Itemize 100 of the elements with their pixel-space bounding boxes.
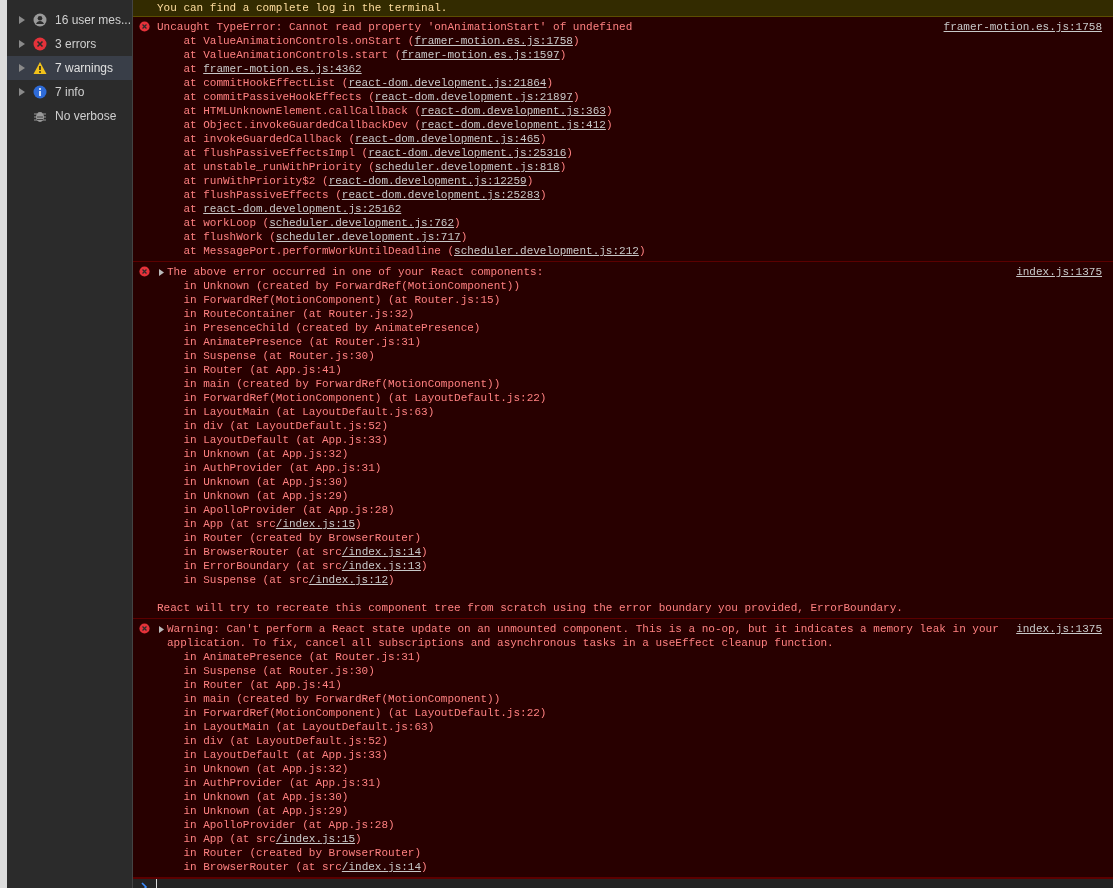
sidebar-item[interactable]: 16 user mes... bbox=[7, 8, 132, 32]
source-link[interactable]: scheduler.development.js:818 bbox=[374, 161, 560, 173]
error-icon bbox=[139, 623, 150, 634]
console-banner: You can find a complete log in the terminal. bbox=[133, 0, 1113, 17]
stack-frame: in Router (at App.js:41) bbox=[183, 679, 342, 691]
error-icon bbox=[139, 266, 150, 277]
bug-icon bbox=[33, 109, 47, 123]
stack-frame: at Object.invokeGuardedCallbackDev (react-dom.development.js:412) bbox=[183, 119, 613, 131]
stack-frame: at commitHookEffectList (react-dom.development.js:21864) bbox=[183, 77, 554, 89]
message-text: The above error occurred in one of your React components: bbox=[167, 265, 545, 279]
stack-frame: in LayoutMain (at LayoutDefault.js:63) bbox=[183, 721, 435, 733]
stack-frame: in AnimatePresence (at Router.js:31) bbox=[183, 336, 422, 348]
stack-frame: in Router (created by BrowserRouter) bbox=[183, 847, 422, 859]
stack-frame: in AnimatePresence (at Router.js:31) bbox=[183, 651, 422, 663]
stack-frame: at workLoop (scheduler.development.js:762) bbox=[183, 217, 461, 229]
sidebar-item[interactable]: 7 info bbox=[7, 80, 132, 104]
stack-frame: in Unknown (at App.js:32) bbox=[183, 763, 349, 775]
sidebar-item[interactable]: 7 warnings bbox=[7, 56, 132, 80]
source-link[interactable]: /index.js:14 bbox=[341, 546, 422, 558]
stack-frame: at flushPassiveEffects (react-dom.development.js:25283) bbox=[183, 189, 547, 201]
stack-frame: in Unknown (at App.js:32) bbox=[183, 448, 349, 460]
source-link[interactable]: index.js:1375 bbox=[1016, 622, 1102, 650]
stack-frame: in Suspense (at Router.js:30) bbox=[183, 665, 375, 677]
stack-frame: in PresenceChild (created by AnimatePresence) bbox=[183, 322, 481, 334]
source-link[interactable]: react-dom.development.js:12259 bbox=[328, 175, 527, 187]
stack-frame: in AuthProvider (at App.js:31) bbox=[183, 777, 382, 789]
stack-frame: at HTMLUnknownElement.callCallback (react-dom.development.js:363) bbox=[183, 105, 613, 117]
error-icon bbox=[139, 21, 150, 32]
source-link[interactable]: /index.js:15 bbox=[275, 833, 356, 845]
stack-frame: at flushPassiveEffectsImpl (react-dom.development.js:25316) bbox=[183, 147, 573, 159]
message-footer: React will try to recreate this component tree from scratch using the error boundary you provided, ErrorBoundary. bbox=[157, 601, 1102, 615]
sidebar-item[interactable]: No verbose bbox=[7, 104, 132, 128]
stack-frame: in ForwardRef(MotionComponent) (at LayoutDefault.js:22) bbox=[183, 392, 547, 404]
stack-frame: at invokeGuardedCallback (react-dom.development.js:465) bbox=[183, 133, 547, 145]
stack-frame: in main (created by ForwardRef(MotionComponent)) bbox=[183, 693, 501, 705]
source-link[interactable]: framer-motion.es.js:1597 bbox=[401, 49, 560, 61]
stack-frame: in Unknown (at App.js:29) bbox=[183, 805, 349, 817]
sidebar-item[interactable]: 3 errors bbox=[7, 32, 132, 56]
stack-frame: in Suspense (at Router.js:30) bbox=[183, 350, 375, 362]
source-link[interactable]: /index.js:15 bbox=[275, 518, 356, 530]
sidebar-label: 7 info bbox=[55, 84, 85, 101]
stack-frame: in Router (at App.js:41) bbox=[183, 364, 342, 376]
sidebar-label: No verbose bbox=[55, 108, 117, 125]
message-text: Uncaught TypeError: Cannot read property 'onAnimationStart' of undefined bbox=[157, 20, 634, 34]
source-link[interactable]: react-dom.development.js:363 bbox=[421, 105, 606, 117]
stack-frame: in BrowserRouter (at src/index.js:14) bbox=[183, 546, 428, 558]
sidebar-label: 16 user mes... bbox=[55, 12, 132, 29]
message-text: Warning: Can't perform a React state update on an unmounted component. This is a no-op, but it indicates a memory leak in your application. To fix, cancel all subscriptions and asynchronous tasks in a useEffect cleanup function. bbox=[167, 622, 1000, 650]
stack-frame: at unstable_runWithPriority (scheduler.development.js:818) bbox=[183, 161, 567, 173]
stack-frame: in App (at src/index.js:15) bbox=[183, 833, 362, 845]
stack-frame: in App (at src/index.js:15) bbox=[183, 518, 362, 530]
stack-frame: in Router (created by BrowserRouter) bbox=[183, 532, 422, 544]
expand-arrow-icon[interactable] bbox=[159, 626, 164, 633]
user-icon bbox=[33, 13, 47, 27]
stack-frame: at ValueAnimationControls.onStart (framer-motion.es.js:1758) bbox=[183, 35, 580, 47]
source-link[interactable]: scheduler.development.js:717 bbox=[275, 231, 461, 243]
stack-frame: in ForwardRef(MotionComponent) (at Router.js:15) bbox=[183, 294, 501, 306]
source-link[interactable]: react-dom.development.js:25162 bbox=[203, 203, 402, 215]
stack-frame: at framer-motion.es.js:4362 bbox=[183, 63, 362, 75]
source-link[interactable]: react-dom.development.js:25283 bbox=[341, 189, 540, 201]
stack-frame: at ValueAnimationControls.start (framer-motion.es.js:1597) bbox=[183, 49, 567, 61]
stack-frame: in ErrorBoundary (at src/index.js:13) bbox=[183, 560, 428, 572]
source-link[interactable]: index.js:1375 bbox=[1016, 265, 1102, 279]
source-link[interactable]: scheduler.development.js:762 bbox=[269, 217, 455, 229]
source-link[interactable]: react-dom.development.js:21897 bbox=[374, 91, 573, 103]
source-link[interactable]: framer-motion.es.js:4362 bbox=[203, 63, 362, 75]
source-link[interactable]: framer-motion.es.js:1758 bbox=[943, 20, 1102, 34]
stack-frame: in div (at LayoutDefault.js:52) bbox=[183, 735, 389, 747]
stack-frame: in div (at LayoutDefault.js:52) bbox=[183, 420, 389, 432]
error-icon bbox=[33, 37, 47, 51]
stack-frame: in ForwardRef(MotionComponent) (at LayoutDefault.js:22) bbox=[183, 707, 547, 719]
stack-frame: in LayoutDefault (at App.js:33) bbox=[183, 434, 389, 446]
stack-frame: in BrowserRouter (at src/index.js:14) bbox=[183, 861, 428, 873]
source-link[interactable]: scheduler.development.js:212 bbox=[454, 245, 639, 257]
source-link[interactable]: react-dom.development.js:21864 bbox=[348, 77, 547, 89]
stack-frame: at runWithPriority$2 (react-dom.development.js:12259) bbox=[183, 175, 534, 187]
source-link[interactable]: /index.js:13 bbox=[341, 560, 422, 572]
stack-frame: in Suspense (at src/index.js:12) bbox=[183, 574, 395, 586]
stack-frame: at commitPassiveHookEffects (react-dom.development.js:21897) bbox=[183, 91, 580, 103]
stack-frame: in Unknown (at App.js:30) bbox=[183, 476, 349, 488]
stack-frame: in ApolloProvider (at App.js:28) bbox=[183, 504, 395, 516]
source-link[interactable]: /index.js:14 bbox=[341, 861, 422, 873]
sidebar-label: 3 errors bbox=[55, 36, 97, 53]
source-link[interactable]: react-dom.development.js:412 bbox=[421, 119, 606, 131]
stack-frame: at flushWork (scheduler.development.js:717) bbox=[183, 231, 468, 243]
source-link[interactable]: react-dom.development.js:25316 bbox=[368, 147, 567, 159]
stack-frame: in LayoutDefault (at App.js:33) bbox=[183, 749, 389, 761]
warning-icon bbox=[33, 61, 47, 75]
source-link[interactable]: /index.js:12 bbox=[308, 574, 389, 586]
stack-frame: in Unknown (at App.js:29) bbox=[183, 490, 349, 502]
stack-frame: in ApolloProvider (at App.js:28) bbox=[183, 819, 395, 831]
stack-frame: in main (created by ForwardRef(MotionComponent)) bbox=[183, 378, 501, 390]
source-link[interactable]: framer-motion.es.js:1758 bbox=[414, 35, 573, 47]
expand-arrow-icon[interactable] bbox=[159, 269, 164, 276]
stack-frame: at react-dom.development.js:25162 bbox=[183, 203, 402, 215]
stack-frame: in RouteContainer (at Router.js:32) bbox=[183, 308, 415, 320]
source-link[interactable]: react-dom.development.js:465 bbox=[355, 133, 540, 145]
sidebar-label: 7 warnings bbox=[55, 60, 114, 77]
info-icon bbox=[33, 85, 47, 99]
stack-frame: in AuthProvider (at App.js:31) bbox=[183, 462, 382, 474]
